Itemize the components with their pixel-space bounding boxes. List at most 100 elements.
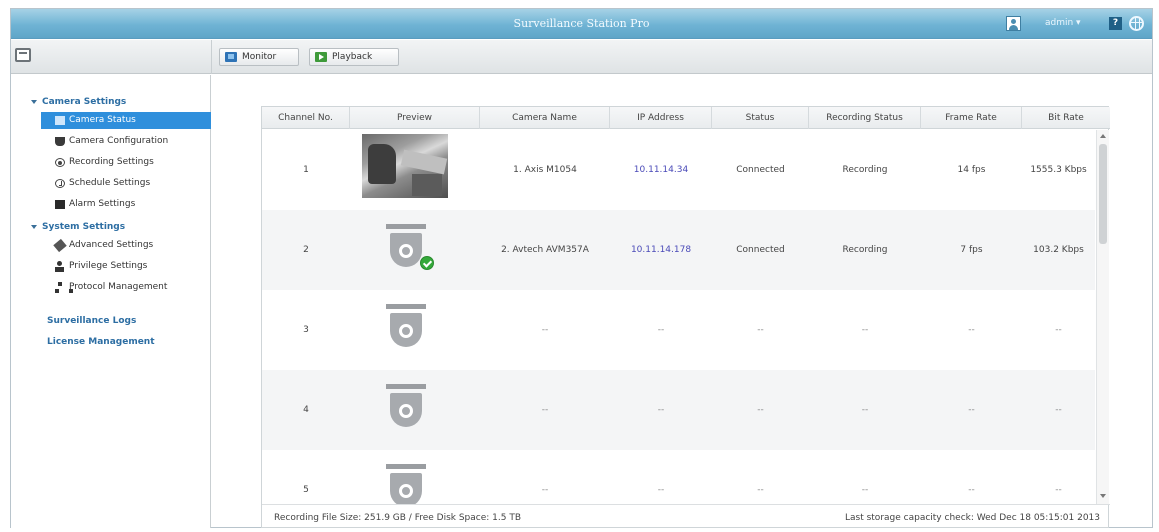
camera-status-icon <box>55 116 65 125</box>
menu-toggle-icon[interactable] <box>15 48 31 62</box>
nav-group-system-settings[interactable]: System Settings <box>31 222 125 232</box>
sidebar-item-camera-configuration[interactable]: Camera Configuration <box>41 133 211 150</box>
camera-icon <box>55 137 65 146</box>
frame-rate-cell: 7 fps <box>960 245 983 255</box>
user-icon <box>55 261 65 272</box>
column-header[interactable]: Preview <box>350 107 480 129</box>
sidebar-item-label: Camera Configuration <box>69 136 169 146</box>
frame-rate-cell: -- <box>968 405 975 415</box>
table-header: Channel No. Preview Camera Name IP Addre… <box>262 107 1110 129</box>
globe-icon[interactable] <box>1129 16 1144 31</box>
status-cell: -- <box>757 325 764 335</box>
monitor-icon <box>225 52 237 62</box>
ip-address-cell: -- <box>657 485 665 495</box>
bit-rate-cell: -- <box>1055 325 1062 335</box>
monitor-button-label: Monitor <box>242 52 277 62</box>
playback-button[interactable]: Playback <box>309 48 399 66</box>
column-header[interactable]: Channel No. <box>262 107 350 129</box>
connected-check-icon <box>420 256 434 270</box>
table-row[interactable]: 5 -- -- -- -- -- -- <box>262 450 1095 504</box>
nav-group-label: System Settings <box>42 222 126 232</box>
bit-rate-cell: 1555.3 Kbps <box>1030 165 1087 175</box>
help-icon[interactable]: ? <box>1109 17 1122 30</box>
channel-cell: 1 <box>303 165 309 175</box>
monitor-button[interactable]: Monitor <box>219 48 299 66</box>
table-body: 1 1. Axis M1054 10.11.14.34 Connected Re… <box>262 130 1110 504</box>
playback-button-label: Playback <box>332 52 373 62</box>
alarm-icon <box>55 200 65 209</box>
bit-rate-cell: 103.2 Kbps <box>1033 245 1084 255</box>
column-header[interactable]: Recording Status <box>809 107 921 129</box>
sidebar-item-label: Privilege Settings <box>69 261 148 271</box>
collapse-arrow-icon <box>31 224 37 229</box>
wrench-icon <box>53 238 67 253</box>
sidebar-item-camera-status[interactable]: Camera Status <box>41 112 211 129</box>
sidebar-item-privilege-settings[interactable]: Privilege Settings <box>41 258 211 275</box>
table-row[interactable]: 1 1. Axis M1054 10.11.14.34 Connected Re… <box>262 130 1095 210</box>
table-row[interactable]: 4 -- -- -- -- -- -- <box>262 370 1095 450</box>
storage-summary: Recording File Size: 251.9 GB / Free Dis… <box>274 513 522 523</box>
frame-rate-cell: -- <box>968 325 975 335</box>
scrollbar-thumb[interactable] <box>1099 144 1107 244</box>
toolbar: Monitor Playback <box>11 40 1152 74</box>
table-footer: Recording File Size: 251.9 GB / Free Dis… <box>262 504 1110 528</box>
nav-group-label: Camera Settings <box>42 97 127 107</box>
app-window: Surveillance Station Pro admin ▾ ? Monit… <box>10 8 1153 528</box>
sidebar-item-schedule-settings[interactable]: Schedule Settings <box>41 175 211 192</box>
dome-camera-icon <box>386 464 426 504</box>
sidebar-item-recording-settings[interactable]: Recording Settings <box>41 154 211 171</box>
title-bar: Surveillance Station Pro admin ▾ ? <box>11 9 1152 39</box>
ip-address-link[interactable]: 10.11.14.34 <box>610 130 712 210</box>
sidebar-item-alarm-settings[interactable]: Alarm Settings <box>41 196 211 213</box>
recording-status-cell: -- <box>861 485 869 495</box>
sidebar-item-label: Camera Status <box>69 115 136 125</box>
frame-rate-cell: -- <box>968 485 975 495</box>
user-icon[interactable] <box>1006 16 1021 31</box>
camera-name-cell: 1. Axis M1054 <box>513 165 577 175</box>
column-header[interactable]: Bit Rate <box>1022 107 1110 129</box>
user-menu[interactable]: admin ▾ <box>1045 18 1081 28</box>
ip-address-cell: -- <box>657 405 665 415</box>
sidebar-item-label: Alarm Settings <box>69 199 136 209</box>
camera-name-cell: 2. Avtech AVM357A <box>501 245 589 255</box>
status-cell: -- <box>757 485 764 495</box>
recording-status-cell: Recording <box>842 245 888 255</box>
sidebar-item-label: Advanced Settings <box>69 240 154 250</box>
sidebar-item-advanced-settings[interactable]: Advanced Settings <box>41 237 211 254</box>
channel-cell: 5 <box>303 485 309 495</box>
table-row[interactable]: 2 2. Avtech AVM357A 10.11.14.178 Connect… <box>262 210 1095 290</box>
channel-cell: 3 <box>303 325 309 335</box>
table-scrollbar[interactable] <box>1096 130 1109 504</box>
status-cell: -- <box>757 405 764 415</box>
scroll-down-icon[interactable] <box>1100 494 1106 498</box>
frame-rate-cell: 14 fps <box>957 165 986 175</box>
camera-status-table: Channel No. Preview Camera Name IP Addre… <box>261 106 1110 528</box>
status-cell: Connected <box>736 245 785 255</box>
column-header[interactable]: Frame Rate <box>921 107 1022 129</box>
recording-status-cell: -- <box>861 405 869 415</box>
sidebar-item-protocol-management[interactable]: Protocol Management <box>41 279 211 296</box>
status-cell: Connected <box>736 165 785 175</box>
sidebar-item-label: Recording Settings <box>69 157 154 167</box>
camera-name-cell: -- <box>541 405 549 415</box>
table-row[interactable]: 3 -- -- -- -- -- -- <box>262 290 1095 370</box>
network-icon <box>55 282 73 293</box>
camera-name-cell: -- <box>541 325 549 335</box>
column-header[interactable]: Status <box>712 107 809 129</box>
nav-group-camera-settings[interactable]: Camera Settings <box>31 97 126 107</box>
dome-camera-icon <box>386 384 426 430</box>
scroll-up-icon[interactable] <box>1100 134 1106 138</box>
record-icon <box>55 158 65 167</box>
last-storage-check: Last storage capacity check: Wed Dec 18 … <box>844 513 1100 523</box>
toolbar-divider <box>211 40 212 74</box>
bit-rate-cell: -- <box>1055 485 1062 495</box>
recording-status-cell: -- <box>861 325 869 335</box>
playback-icon <box>315 52 327 62</box>
sidebar-link-surveillance-logs[interactable]: Surveillance Logs <box>47 316 136 326</box>
column-header[interactable]: IP Address <box>610 107 712 129</box>
camera-preview-thumbnail[interactable] <box>362 134 448 198</box>
ip-address-link[interactable]: 10.11.14.178 <box>610 210 712 290</box>
sidebar-link-license-management[interactable]: License Management <box>47 337 155 347</box>
clock-icon <box>55 179 65 188</box>
column-header[interactable]: Camera Name <box>480 107 610 129</box>
